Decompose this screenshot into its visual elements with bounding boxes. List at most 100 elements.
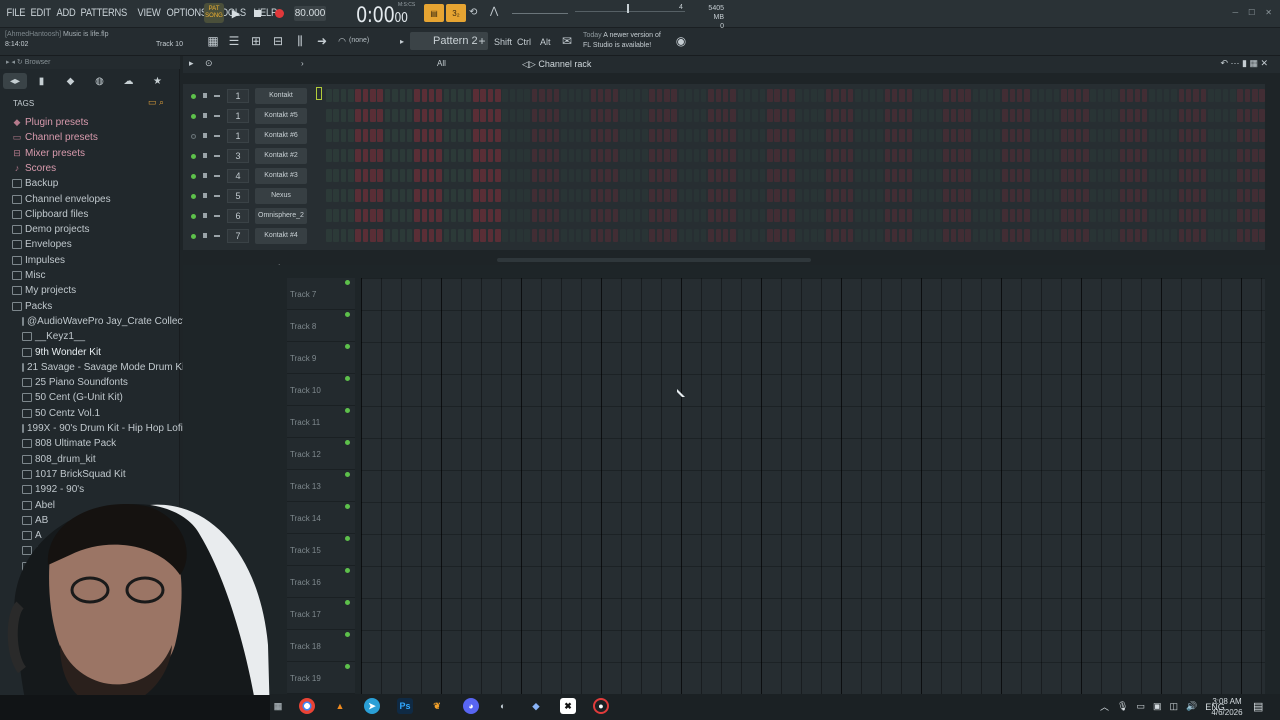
step-button[interactable]	[862, 149, 869, 162]
step-button[interactable]	[671, 109, 677, 122]
step-button[interactable]	[833, 89, 839, 102]
step-button[interactable]	[1134, 129, 1140, 142]
step-button[interactable]	[1046, 169, 1052, 182]
step-button[interactable]	[642, 129, 648, 142]
step-button[interactable]	[634, 89, 641, 102]
step-button[interactable]	[517, 149, 523, 162]
step-button[interactable]	[1002, 189, 1008, 202]
step-button[interactable]	[1208, 229, 1214, 242]
channel-row[interactable]: 1 Kontakt	[183, 87, 1265, 105]
step-button[interactable]	[796, 129, 802, 142]
step-button[interactable]	[517, 209, 523, 222]
step-button[interactable]	[458, 169, 464, 182]
step-button[interactable]	[421, 129, 428, 142]
step-button[interactable]	[524, 129, 530, 142]
metronome-button[interactable]: ⋀	[490, 6, 498, 17]
step-button[interactable]	[531, 189, 538, 202]
step-button[interactable]	[950, 229, 957, 242]
step-button[interactable]	[517, 89, 523, 102]
channel-row[interactable]: 1 Kontakt #5	[183, 107, 1265, 125]
step-button[interactable]	[487, 209, 494, 222]
step-button[interactable]	[708, 229, 714, 242]
step-button[interactable]	[495, 89, 501, 102]
step-button[interactable]	[1171, 169, 1177, 182]
step-button[interactable]	[1156, 109, 1163, 122]
step-button[interactable]	[774, 129, 780, 142]
step-button[interactable]	[1075, 169, 1082, 182]
browser-item[interactable]: ⊟ Mixer presets	[0, 146, 180, 161]
step-button[interactable]	[487, 109, 494, 122]
step-button[interactable]	[649, 189, 655, 202]
step-button[interactable]	[972, 209, 979, 222]
step-button[interactable]	[1208, 169, 1214, 182]
step-button[interactable]	[333, 109, 339, 122]
step-button[interactable]	[597, 229, 604, 242]
step-button[interactable]	[502, 189, 508, 202]
step-button[interactable]	[1141, 229, 1148, 242]
step-button[interactable]	[340, 129, 347, 142]
step-button[interactable]	[436, 209, 442, 222]
step-button[interactable]	[333, 189, 339, 202]
step-button[interactable]	[524, 229, 530, 242]
step-button[interactable]	[465, 169, 472, 182]
step-button[interactable]	[605, 129, 611, 142]
step-button[interactable]	[972, 149, 979, 162]
step-button[interactable]	[774, 189, 780, 202]
step-button[interactable]	[1112, 109, 1118, 122]
step-button[interactable]	[693, 189, 699, 202]
step-button[interactable]	[1075, 129, 1082, 142]
step-button[interactable]	[789, 129, 795, 142]
channel-volume-knob[interactable]	[214, 235, 220, 237]
step-button[interactable]	[936, 149, 942, 162]
step-button[interactable]	[605, 229, 611, 242]
step-button[interactable]	[1061, 209, 1067, 222]
step-button[interactable]	[612, 189, 619, 202]
stop-button[interactable]	[250, 6, 264, 20]
step-button[interactable]	[370, 129, 376, 142]
step-button[interactable]	[326, 229, 332, 242]
step-button[interactable]	[1163, 89, 1170, 102]
step-button[interactable]	[818, 229, 824, 242]
step-button[interactable]	[752, 209, 758, 222]
step-button[interactable]	[994, 229, 1001, 242]
step-button[interactable]	[1002, 169, 1008, 182]
step-button[interactable]	[1163, 109, 1170, 122]
step-button[interactable]	[590, 109, 597, 122]
step-button[interactable]	[656, 189, 663, 202]
step-button[interactable]	[1127, 169, 1133, 182]
step-button[interactable]	[1208, 89, 1214, 102]
pat-song-toggle[interactable]: PAT SONG	[204, 3, 224, 23]
step-button[interactable]	[1097, 109, 1104, 122]
step-button[interactable]	[1016, 129, 1023, 142]
step-button[interactable]	[355, 129, 361, 142]
step-button[interactable]	[597, 169, 604, 182]
step-button[interactable]	[789, 229, 795, 242]
step-button[interactable]	[1193, 169, 1199, 182]
step-button[interactable]	[752, 109, 758, 122]
playlist-track-header[interactable]: Track 14	[287, 502, 355, 534]
step-button[interactable]	[796, 169, 802, 182]
step-button[interactable]	[1031, 169, 1038, 182]
step-button[interactable]	[855, 149, 861, 162]
step-button[interactable]	[1134, 189, 1140, 202]
step-button[interactable]	[370, 109, 376, 122]
channel-row[interactable]: 7 Kontakt #4	[183, 227, 1265, 245]
channel-mixer-track[interactable]: 1	[227, 129, 249, 143]
step-button[interactable]	[524, 109, 530, 122]
step-button[interactable]	[840, 189, 846, 202]
step-button[interactable]	[1156, 129, 1163, 142]
step-button[interactable]	[693, 89, 699, 102]
step-button[interactable]	[840, 129, 846, 142]
step-button[interactable]	[1215, 149, 1221, 162]
step-button[interactable]	[1061, 149, 1067, 162]
step-button[interactable]	[877, 129, 883, 142]
step-button[interactable]	[524, 189, 530, 202]
browser-item[interactable]: 9th Wonder Kit	[0, 345, 180, 360]
step-button[interactable]	[370, 209, 376, 222]
step-button[interactable]	[1244, 109, 1251, 122]
step-button[interactable]	[590, 229, 597, 242]
step-button[interactable]	[1141, 89, 1148, 102]
step-button[interactable]	[1222, 229, 1229, 242]
step-button[interactable]	[1068, 189, 1074, 202]
track-mute-led[interactable]	[345, 440, 350, 445]
